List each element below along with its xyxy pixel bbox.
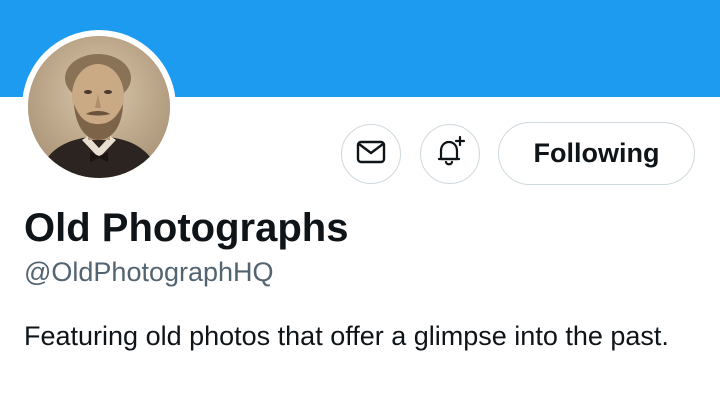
display-name: Old Photographs [24, 206, 349, 250]
envelope-icon [356, 140, 386, 169]
profile-bio: Featuring old photos that offer a glimps… [24, 321, 669, 351]
bell-plus-icon [433, 135, 467, 174]
user-handle: @OldPhotographHQ [24, 257, 274, 287]
message-button[interactable] [341, 124, 401, 184]
avatar[interactable] [22, 30, 176, 184]
avatar-photo [28, 36, 170, 178]
following-button[interactable]: Following [498, 122, 695, 185]
notifications-button[interactable] [420, 124, 480, 184]
